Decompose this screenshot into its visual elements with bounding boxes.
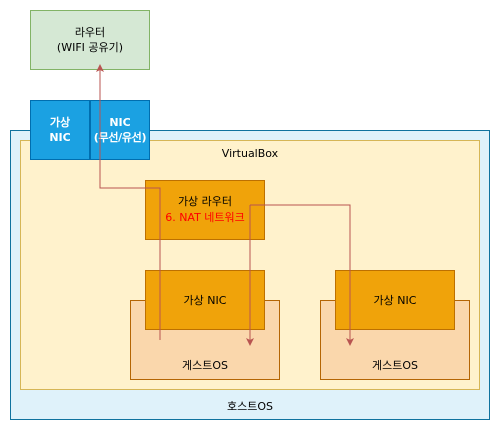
guest-left-virtual-nic-box: 가상 NIC [145, 270, 265, 330]
host-virtual-nic-line1: 가상 [49, 116, 71, 129]
guest-os-left-label: 게스트OS [181, 359, 228, 372]
guest-right-virtual-nic-box: 가상 NIC [335, 270, 455, 330]
router-label-line1: 라우터 [74, 26, 106, 39]
physical-nic-box: NIC (무선/유선) [90, 100, 150, 160]
nat-network-label: 6. NAT 네트워크 [165, 211, 245, 224]
physical-nic-line2: (무선/유선) [93, 131, 147, 144]
guest-left-virtual-nic-label: 가상 NIC [183, 294, 227, 307]
guest-os-right-label: 게스트OS [371, 359, 418, 372]
virtualbox-label: VirtualBox [221, 147, 279, 160]
virtual-router-label: 가상 라우터 [177, 195, 233, 208]
guest-right-virtual-nic-label: 가상 NIC [373, 294, 417, 307]
host-virtual-nic-line2: NIC [49, 131, 71, 144]
physical-nic-line1: NIC [109, 116, 131, 129]
host-os-label: 호스트OS [226, 400, 273, 413]
virtual-router-box: 가상 라우터 6. NAT 네트워크 [145, 180, 265, 240]
router-box: 라우터 (WIFI 공유기) [30, 10, 150, 70]
host-virtual-nic-box: 가상 NIC [30, 100, 90, 160]
router-label-line2: (WIFI 공유기) [56, 41, 124, 54]
